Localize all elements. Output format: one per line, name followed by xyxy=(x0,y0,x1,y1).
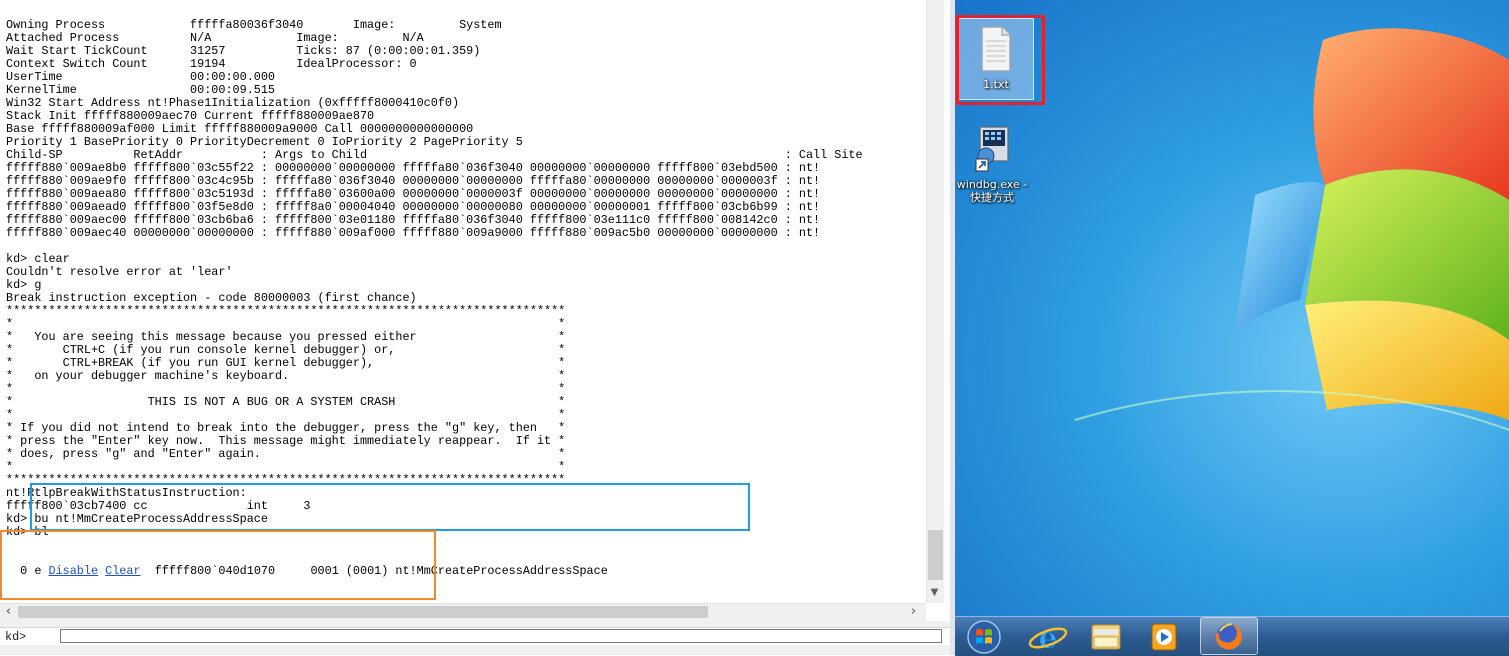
command-prompt-label: kd> xyxy=(5,630,27,644)
pane-splitter[interactable] xyxy=(0,621,950,628)
svg-text:e: e xyxy=(1038,621,1057,654)
ie-icon[interactable]: e xyxy=(1022,619,1074,654)
firefox-icon[interactable] xyxy=(1202,619,1254,654)
folder-icon[interactable] xyxy=(1080,619,1132,654)
windbg-shortcut-icon xyxy=(975,126,1009,172)
horizontal-scroll-thumb[interactable] xyxy=(18,606,708,618)
scroll-left-arrow-icon[interactable]: ‹ xyxy=(0,604,17,620)
scroll-right-arrow-icon[interactable]: › xyxy=(905,604,922,620)
output-line: fffff880`009aec40 00000000`00000000 : ff… xyxy=(6,226,821,240)
breakpoint-hit-highlight-box xyxy=(0,530,436,600)
windbg-command-window: Owning Process fffffa80036f3040 Image: S… xyxy=(0,0,950,655)
vertical-scrollbar[interactable] xyxy=(926,0,944,603)
selected-icon-highlight-box xyxy=(956,15,1045,105)
status-strip xyxy=(0,645,950,655)
command-input[interactable] xyxy=(60,629,942,643)
output-line: Couldn't resolve error at 'lear' xyxy=(6,265,233,279)
desktop-icon-label: windbg.exe - xyxy=(956,178,1028,191)
media-player-icon[interactable] xyxy=(1138,619,1190,654)
breakpoint-highlight-box xyxy=(30,483,750,531)
output-lines-before: Owning Process fffffa80036f3040 Image: S… xyxy=(6,19,921,539)
vertical-scroll-thumb[interactable] xyxy=(928,530,943,580)
scroll-down-arrow-icon[interactable]: ▼ xyxy=(926,584,943,601)
start-orb-icon[interactable] xyxy=(964,618,1004,656)
desktop-icon-windbg-shortcut[interactable]: windbg.exe - 快捷方式 xyxy=(955,123,1029,204)
desktop-icon-label-line2: 快捷方式 xyxy=(970,191,1014,204)
